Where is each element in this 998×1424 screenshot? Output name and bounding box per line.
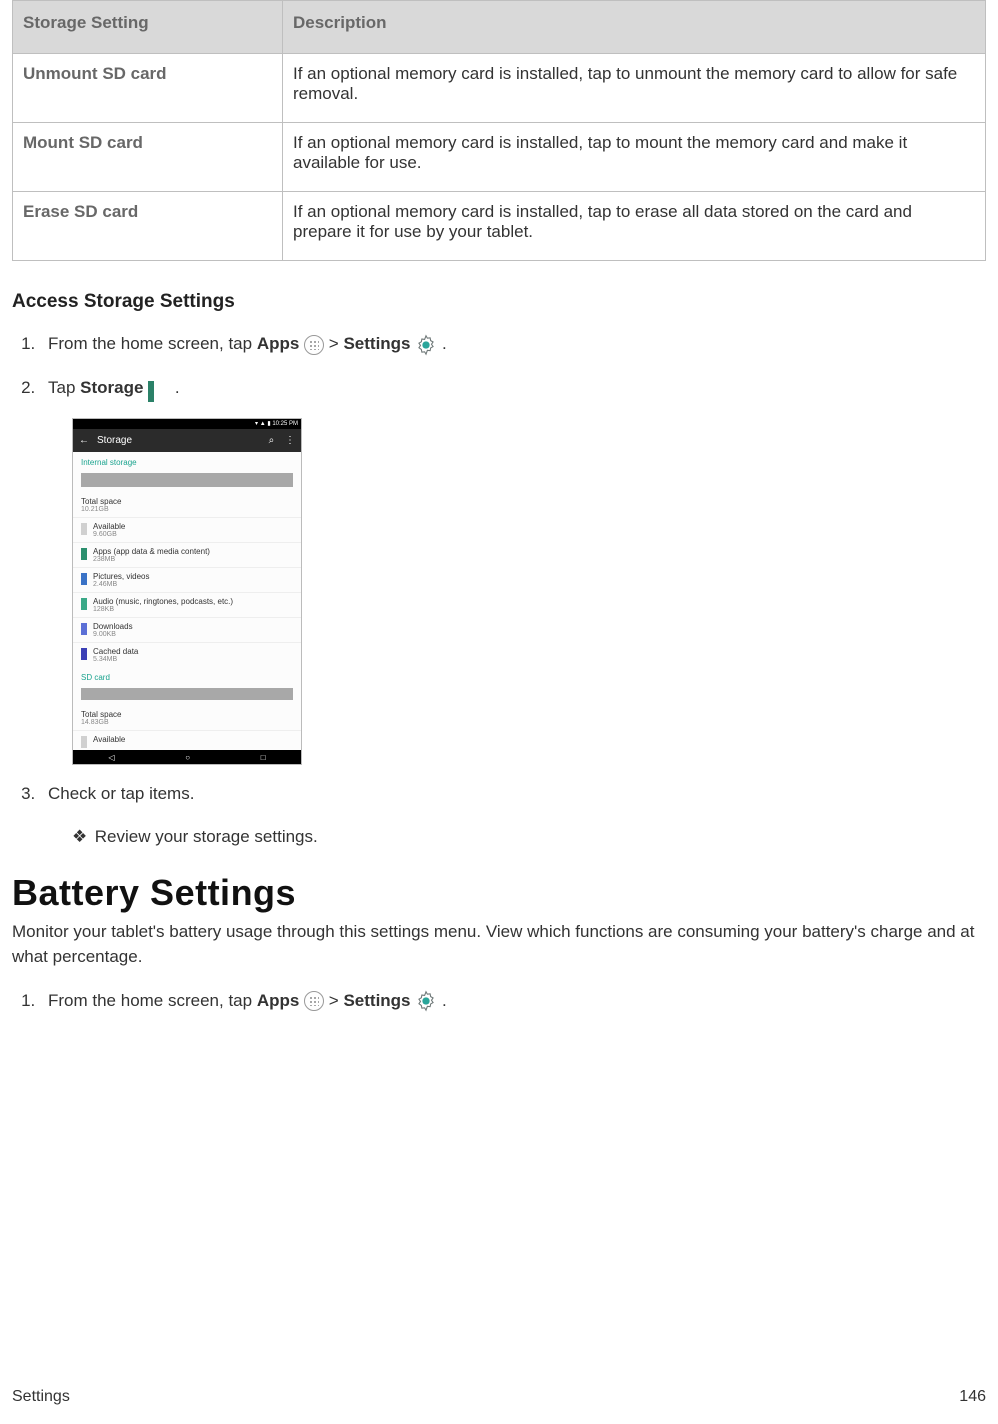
battery-settings-heading: Battery Settings [12,872,986,914]
total-space: Total space 10.21GB [73,493,301,517]
nav-back-icon: ◁ [108,753,114,762]
table-row: Erase SD card If an optional memory card… [13,192,986,261]
category-sd: SD card [73,667,301,684]
list-item: Cached data5.34MB [73,642,301,667]
footer-page-number: 146 [959,1388,986,1406]
app-bar: ← Storage ⌕ ⋮ [73,429,301,452]
step-2: Tap Storage . [40,375,986,401]
result-bullet: ❖ Review your storage settings. [72,825,986,849]
table-row: Unmount SD card If an optional memory ca… [13,54,986,123]
status-bar: ▾ ▲ ▮ 10:25 PM [73,419,301,429]
list-item: Apps (app data & media content)238MB [73,542,301,567]
diamond-bullet-icon: ❖ [72,825,90,849]
list-item: Audio (music, ringtones, podcasts, etc.)… [73,592,301,617]
step-1: From the home screen, tap Apps > Setting… [40,331,986,357]
table-row: Mount SD card If an optional memory card… [13,123,986,192]
battery-steps: From the home screen, tap Apps > Setting… [40,988,986,1014]
nav-home-icon: ○ [185,753,190,762]
category-internal: Internal storage [73,452,301,469]
search-icon: ⌕ [269,435,275,446]
page-footer: Settings 146 [12,1388,986,1406]
back-icon: ← [79,435,89,446]
list-item: Downloads9.00KB [73,617,301,642]
usage-bar [81,473,293,487]
access-storage-steps-continued: Check or tap items. [40,781,986,807]
battery-settings-lead: Monitor your tablet's battery usage thro… [12,920,986,969]
settings-icon [415,990,437,1012]
battery-step-1: From the home screen, tap Apps > Setting… [40,988,986,1014]
apps-icon [304,335,324,355]
apps-icon [304,991,324,1011]
settings-icon [415,334,437,356]
storage-screenshot: ▾ ▲ ▮ 10:25 PM ← Storage ⌕ ⋮ Internal st… [72,418,302,765]
table-header-description: Description [283,1,986,54]
access-storage-heading: Access Storage Settings [12,291,986,313]
sd-usage-bar [81,688,293,700]
list-item: Available [73,730,301,750]
sd-total-space: Total space 14.83GB [73,706,301,730]
overflow-icon: ⋮ [285,435,295,446]
footer-section-name: Settings [12,1388,70,1406]
appbar-title: Storage [97,435,132,446]
step-3: Check or tap items. [40,781,986,807]
storage-icon [148,379,170,397]
nav-bar: ◁ ○ □ [73,750,301,764]
list-item: Available9.60GB [73,517,301,542]
storage-settings-table: Storage Setting Description Unmount SD c… [12,0,986,261]
access-storage-steps: From the home screen, tap Apps > Setting… [40,331,986,400]
list-item: Pictures, videos2.46MB [73,567,301,592]
table-header-setting: Storage Setting [13,1,283,54]
nav-recent-icon: □ [261,753,266,762]
